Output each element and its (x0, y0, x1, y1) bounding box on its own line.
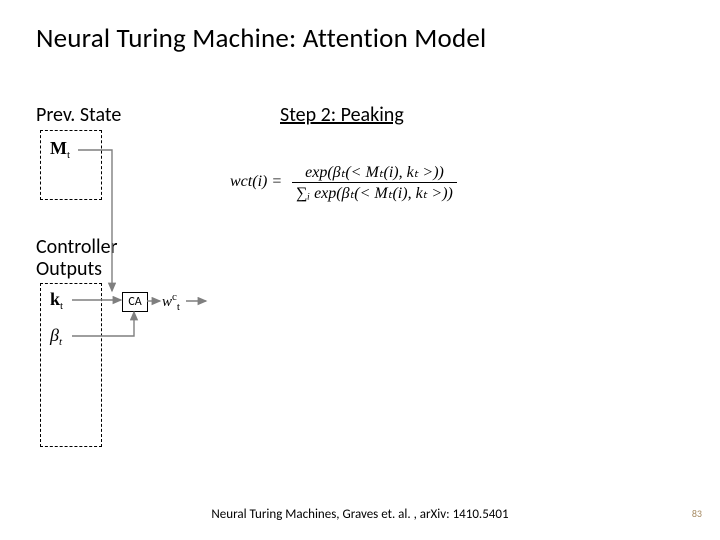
citation: Neural Turing Machines, Graves et. al. ,… (0, 507, 720, 522)
symbol-kt: kt (50, 289, 63, 312)
page-number: 83 (692, 507, 702, 520)
controller-outputs-label-l2: Outputs (36, 258, 102, 281)
step-label: Step 2: Peaking (280, 104, 404, 127)
prev-state-label: Prev. State (36, 104, 121, 127)
symbol-wtc: wct (162, 291, 180, 313)
equation: wct(i) = exp(βₜ(< Mₜ(i), kₜ >)) ∑ᵢ exp(β… (230, 162, 457, 203)
symbol-betat: βt (50, 325, 62, 348)
slide-title: Neural Turing Machine: Attention Model (36, 22, 486, 55)
controller-outputs-label-l1: Controller (36, 236, 118, 259)
ca-node: CA (122, 292, 148, 312)
symbol-Mt: Mt (50, 138, 70, 161)
diagram-wires (0, 0, 720, 540)
